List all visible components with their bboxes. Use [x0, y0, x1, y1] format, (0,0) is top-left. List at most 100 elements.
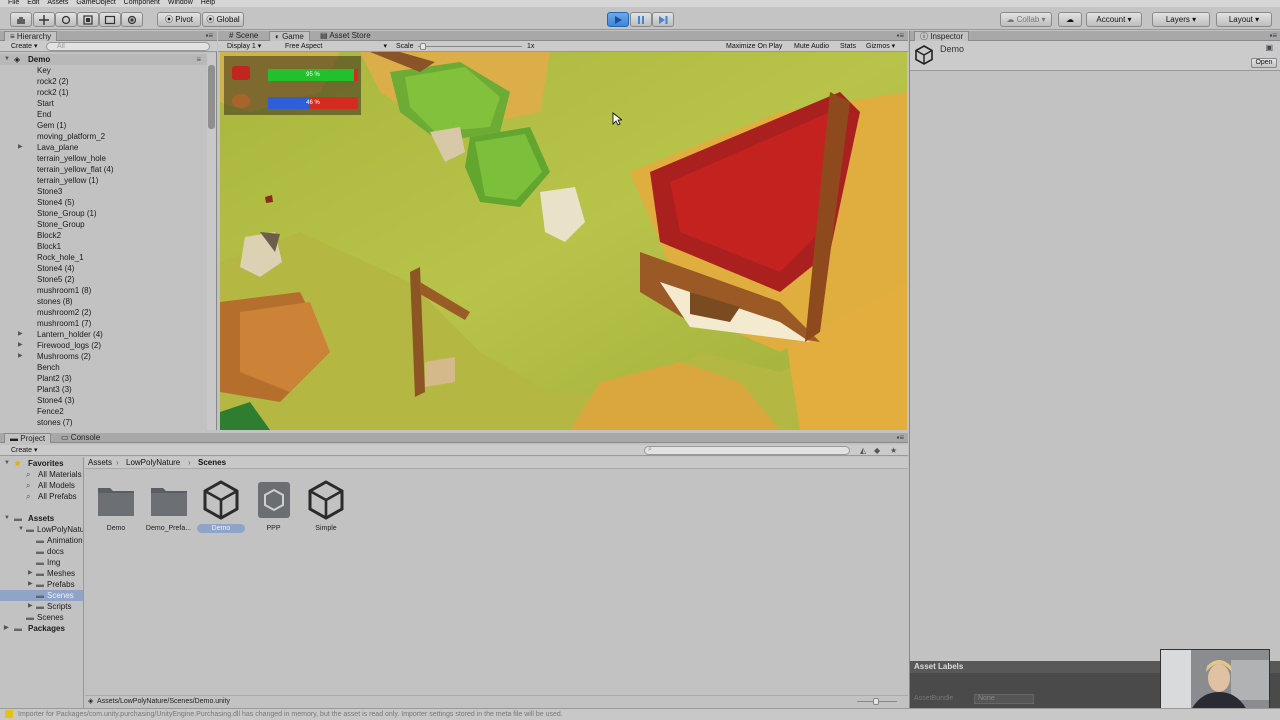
menu-item-gameobject[interactable]: GameObject [76, 0, 115, 6]
panel-menu-icon[interactable]: ▪≡ [205, 31, 213, 41]
menu-item-component[interactable]: Component [124, 0, 160, 6]
hierarchy-item[interactable]: Stone4 (5) [0, 197, 207, 208]
hierarchy-item[interactable]: Block2 [0, 230, 207, 241]
tab-console[interactable]: ▭ Console [56, 433, 105, 443]
hierarchy-item[interactable]: ▶ Mushrooms (2) [0, 351, 207, 362]
scene-menu-icon[interactable]: ≡ [196, 54, 201, 65]
tab-hierarchy[interactable]: ≡ Hierarchy [4, 31, 58, 41]
open-button[interactable]: Open [1251, 58, 1277, 68]
hierarchy-item[interactable]: End [0, 109, 207, 120]
menu-item-help[interactable]: Help [201, 0, 215, 6]
menu-item-file[interactable]: File [8, 0, 19, 6]
hierarchy-item[interactable]: ▶ Firewood_logs (2) [0, 340, 207, 351]
transform-tool-button[interactable] [121, 12, 143, 27]
expand-arrow-icon[interactable]: ▶ [18, 329, 23, 340]
filter-type-icon[interactable]: ◭ [860, 446, 866, 455]
hierarchy-scroll-thumb[interactable] [208, 65, 215, 129]
breadcrumb-item[interactable]: LowPolyNature [126, 457, 180, 469]
hierarchy-item[interactable]: mushroom2 (2) [0, 307, 207, 318]
expand-arrow-icon[interactable]: ▶ [18, 142, 23, 153]
folder-tree-item[interactable]: ▶ ▬ Prefabs [0, 579, 83, 590]
scale-slider-handle[interactable] [420, 43, 426, 50]
hierarchy-item[interactable]: Block1 [0, 241, 207, 252]
hierarchy-item[interactable]: Plant2 (3) [0, 373, 207, 384]
icon-size-slider-handle[interactable] [873, 698, 879, 705]
hierarchy-item[interactable]: stones (8) [0, 296, 207, 307]
display-dropdown[interactable]: Display 1 ▾ [224, 42, 264, 51]
folder-tree-item[interactable]: ▶ ▬ Meshes [0, 568, 83, 579]
folder-tree-item[interactable]: ▼ ▬ LowPolyNatu [0, 524, 83, 535]
hierarchy-item[interactable]: rock2 (1) [0, 87, 207, 98]
asset-item[interactable]: Demo [92, 480, 140, 536]
folder-tree-item[interactable]: ▬ Scenes [0, 590, 83, 601]
hierarchy-item[interactable]: moving_platform_2 [0, 131, 207, 142]
stats-toggle[interactable]: Stats [837, 42, 859, 51]
panel-menu-icon[interactable]: ▪≡ [1269, 31, 1277, 41]
expand-arrow-icon[interactable]: ▶ [18, 340, 23, 351]
hierarchy-item[interactable]: Gem (1) [0, 120, 207, 131]
asset-item[interactable]: Simple [302, 480, 350, 536]
hierarchy-item[interactable]: Stone3 [0, 186, 207, 197]
pivot-toggle[interactable]: ⦿ Pivot [157, 12, 201, 27]
mute-audio-toggle[interactable]: Mute Audio [791, 42, 832, 51]
hierarchy-item[interactable]: Key [0, 65, 207, 76]
pause-button[interactable] [630, 12, 652, 27]
hierarchy-item[interactable]: terrain_yellow_hole [0, 153, 207, 164]
settings-icon[interactable]: ▣ [1265, 43, 1273, 52]
layers-dropdown[interactable]: Layers ▾ [1152, 12, 1210, 27]
hierarchy-scrollbar[interactable] [207, 53, 216, 430]
hierarchy-item[interactable]: Stone_Group [0, 219, 207, 230]
menu-item-window[interactable]: Window [168, 0, 193, 6]
hierarchy-search-input[interactable]: All [46, 42, 210, 51]
folder-tree-item[interactable]: ▬ docs [0, 546, 83, 557]
star-icon[interactable]: ★ [890, 446, 897, 455]
hierarchy-item[interactable]: Rock_hole_1 [0, 252, 207, 263]
hierarchy-item[interactable]: Bench [0, 362, 207, 373]
hierarchy-item[interactable]: ▶ Lantern_holder (4) [0, 329, 207, 340]
project-create-button[interactable]: Create ▾ [8, 446, 40, 455]
maximize-on-play-toggle[interactable]: Maximize On Play [723, 42, 785, 51]
filter-label-icon[interactable]: ◆ [874, 446, 880, 455]
scale-slider[interactable] [418, 46, 522, 47]
hierarchy-item[interactable]: Plant3 (3) [0, 384, 207, 395]
hierarchy-scene-row[interactable]: ▼ ◈ Demo ≡ [0, 54, 207, 65]
game-view[interactable]: 95 % 46 % [220, 52, 907, 430]
hierarchy-item[interactable]: Stone_Group (1) [0, 208, 207, 219]
folder-tree-item[interactable]: ▬ Animations [0, 535, 83, 546]
folder-tree-item[interactable]: ▬ Img [0, 557, 83, 568]
hand-tool-button[interactable] [10, 12, 32, 27]
tab-game[interactable]: ◐ Game [269, 31, 310, 41]
hierarchy-item[interactable]: Stone4 (4) [0, 263, 207, 274]
hierarchy-item[interactable]: mushroom1 (7) [0, 318, 207, 329]
cloud-button[interactable]: ☁ [1058, 12, 1082, 27]
menu-item-assets[interactable]: Assets [47, 0, 68, 6]
hierarchy-item[interactable]: terrain_yellow (1) [0, 175, 207, 186]
hierarchy-item[interactable]: Fence2 [0, 406, 207, 417]
move-tool-button[interactable] [33, 12, 55, 27]
collab-dropdown[interactable]: ☁ Collab ▾ [1000, 12, 1052, 27]
expand-arrow-icon[interactable]: ▶ [28, 579, 33, 590]
gizmos-dropdown[interactable]: Gizmos ▾ [863, 42, 898, 51]
tab-asset-store[interactable]: ▤ Asset Store [315, 31, 376, 41]
menu-item-edit[interactable]: Edit [27, 0, 39, 6]
hierarchy-item[interactable]: Stone4 (3) [0, 395, 207, 406]
account-dropdown[interactable]: Account ▾ [1086, 12, 1142, 27]
hierarchy-item[interactable]: terrain_yellow_flat (4) [0, 164, 207, 175]
rotate-tool-button[interactable] [55, 12, 77, 27]
tab-scene[interactable]: # Scene [224, 31, 263, 41]
tab-inspector[interactable]: ⓘ Inspector [914, 31, 970, 41]
rect-tool-button[interactable] [99, 12, 121, 27]
panel-menu-icon[interactable]: ▪≡ [896, 433, 904, 443]
tab-project[interactable]: ▬ Project [4, 433, 52, 443]
expand-arrow-icon[interactable]: ▶ [28, 568, 33, 579]
expand-arrow-icon[interactable]: ▼ [18, 524, 24, 535]
project-search-input[interactable]: ⌕ [644, 446, 850, 455]
folder-tree-item[interactable]: ▶ ▬ Scripts [0, 601, 83, 612]
hierarchy-item[interactable]: Start [0, 98, 207, 109]
asset-item[interactable]: Demo [197, 480, 245, 536]
aspect-dropdown[interactable]: Free Aspect ▾ [282, 42, 390, 51]
step-button[interactable] [652, 12, 674, 27]
asset-bundle-dropdown[interactable]: None [974, 694, 1034, 704]
breadcrumb-item[interactable]: Assets [88, 457, 112, 469]
hierarchy-create-button[interactable]: Create ▾ [8, 42, 40, 51]
